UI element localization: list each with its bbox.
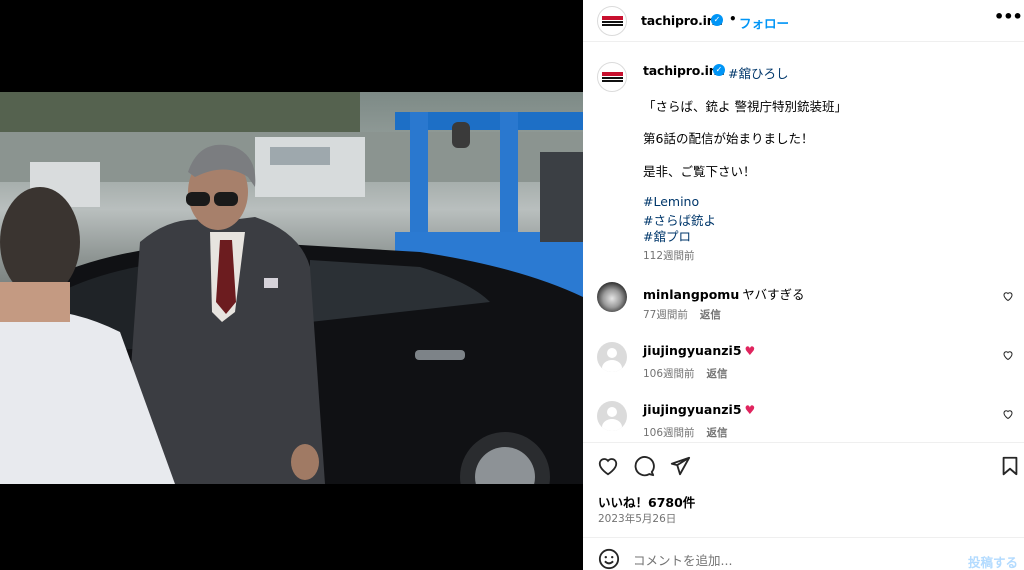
verified-badge-icon: ✓ (713, 64, 725, 76)
reply-button[interactable]: 返信 (700, 309, 721, 321)
comment-timestamp[interactable]: 106週間前 (643, 368, 695, 380)
caption-author-avatar[interactable] (597, 62, 627, 92)
commenter-default-avatar[interactable] (597, 342, 627, 372)
instagram-post-view: tachipro.inc ✓ • フォロー ••• tachipro.inc ✓… (0, 0, 1024, 570)
follow-button[interactable]: フォロー (739, 13, 789, 32)
caption-timestamp[interactable]: 112週間前 (643, 248, 695, 263)
caption-line: 第6話の配信が始まりました！ (643, 131, 814, 146)
comment-input[interactable] (633, 550, 953, 570)
caption-line: 「さらば、銃よ 警視庁特別銃装班」 (643, 99, 847, 114)
commenter-default-avatar[interactable] (597, 401, 627, 431)
like-comment-heart-icon[interactable] (1002, 408, 1014, 420)
red-heart-emoji-icon: ♥ (744, 403, 756, 417)
tachipro-logo-icon (602, 16, 623, 26)
heart-outline-icon (1003, 351, 1013, 361)
like-heart-icon[interactable] (597, 455, 619, 477)
share-paper-plane-icon[interactable] (669, 455, 691, 477)
header-separator: • (729, 12, 737, 26)
reply-button[interactable]: 返信 (707, 427, 728, 439)
post-header: tachipro.inc ✓ • フォロー ••• (583, 0, 1024, 42)
comment-timestamp[interactable]: 106週間前 (643, 427, 695, 439)
like-count[interactable]: いいね！6780件 (598, 492, 695, 511)
comments-scroll-area[interactable]: tachipro.inc ✓ #舘ひろし 「さらば、銃よ 警視庁特別銃装班」 第… (583, 42, 1024, 442)
comment-meta: 106週間前 返信 (643, 425, 728, 440)
emoji-smiley-icon[interactable] (598, 548, 620, 570)
comment-meta: 106週間前 返信 (643, 366, 728, 381)
post-comment-button[interactable]: 投稿する (968, 552, 1018, 570)
verified-badge-icon: ✓ (711, 14, 723, 26)
comment-timestamp[interactable]: 77週間前 (643, 309, 688, 321)
caption-mention-tag[interactable]: #舘ひろし (728, 63, 788, 82)
comment-bubble-icon[interactable] (633, 455, 655, 477)
tachipro-logo-icon (602, 72, 623, 82)
comment-meta: 77週間前 返信 (643, 307, 721, 322)
photo-illustration (0, 92, 583, 484)
author-avatar[interactable] (597, 6, 627, 36)
post-date[interactable]: 2023年5月26日 (598, 511, 676, 526)
comment-text: ヤバすぎる (742, 287, 805, 302)
post-photo[interactable] (0, 92, 583, 484)
caption-hashtag[interactable]: #Lemino (643, 194, 699, 209)
red-heart-emoji-icon: ♥ (744, 344, 756, 358)
caption-hashtag[interactable]: #舘プロ (643, 226, 691, 245)
comment-username[interactable]: jiujingyuanzi5 ♥ (643, 343, 755, 358)
reply-button[interactable]: 返信 (707, 368, 728, 380)
commenter-avatar[interactable] (597, 282, 627, 312)
more-options-icon[interactable]: ••• (994, 9, 1023, 26)
post-side-panel: tachipro.inc ✓ • フォロー ••• tachipro.inc ✓… (583, 0, 1024, 570)
heart-outline-icon (1003, 292, 1013, 302)
comment-username-text[interactable]: jiujingyuanzi5 (643, 402, 742, 417)
post-actions-bar: いいね！6780件 2023年5月26日 (583, 442, 1024, 537)
comment-username-text[interactable]: jiujingyuanzi5 (643, 343, 742, 358)
add-comment-bar: 投稿する (583, 537, 1024, 570)
comment-username-text[interactable]: minlangpomu (643, 287, 739, 302)
save-bookmark-icon[interactable] (999, 455, 1021, 477)
heart-outline-icon (1003, 410, 1013, 420)
comment-username[interactable]: jiujingyuanzi5 ♥ (643, 402, 755, 417)
comment-username[interactable]: minlangpomu ヤバすぎる (643, 284, 805, 303)
like-comment-heart-icon[interactable] (1002, 349, 1014, 361)
like-comment-heart-icon[interactable] (1002, 290, 1014, 302)
caption-line: 是非、ご覧下さい！ (643, 164, 756, 179)
post-media (0, 0, 583, 570)
